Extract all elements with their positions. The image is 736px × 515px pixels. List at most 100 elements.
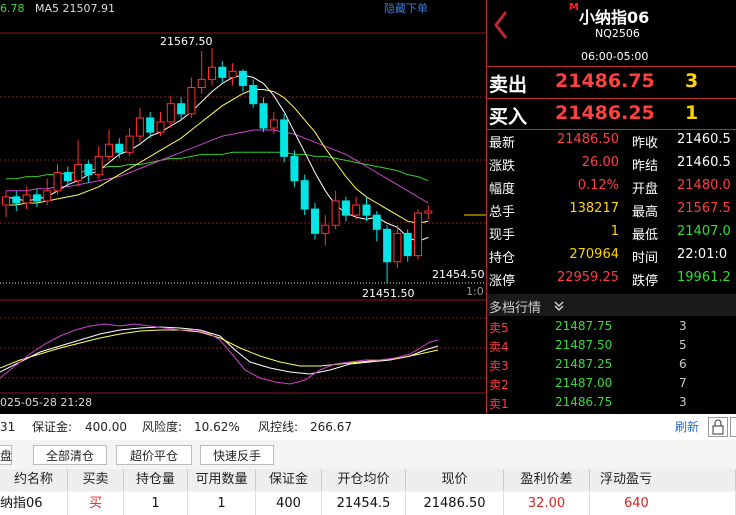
candle-up [352, 204, 361, 216]
quote-value: 22:01:0 [677, 247, 728, 262]
quote-label: 时间 [632, 251, 659, 266]
candle-down [383, 228, 392, 263]
candle-up [166, 103, 175, 123]
order-price-label: 21454.50 [432, 268, 485, 281]
depth-level-label: 卖1 [489, 397, 509, 411]
tab-positions[interactable]: 盘 [0, 445, 12, 465]
candle-up [94, 155, 103, 176]
quote-value: 22959.25 [556, 270, 619, 285]
candle-up [187, 87, 196, 115]
refresh-link[interactable]: 刷新 [675, 414, 699, 440]
quote-value: 0.12% [577, 178, 619, 193]
candle-down [12, 196, 21, 204]
column-header[interactable]: 开仓均价 [322, 469, 406, 491]
column-header[interactable]: 盈利价差 [504, 469, 590, 491]
table-cell: 买 [68, 492, 124, 515]
column-header[interactable]: 约名称 [0, 469, 68, 491]
osc-line-j [0, 323, 439, 385]
quote-value: 21480.0 [677, 178, 731, 193]
candle-down [115, 143, 124, 153]
candle-down [300, 180, 309, 210]
over-price-close-button[interactable]: 超价平仓 [116, 445, 192, 465]
buy-price[interactable]: 21486.25 [555, 102, 655, 124]
candle-up [424, 210, 433, 214]
table-cell: 1 [188, 492, 256, 515]
table-cell: 400 [256, 492, 322, 515]
table-cell: 21486.50 [406, 492, 504, 515]
ma20-line [6, 129, 429, 204]
candle-down [32, 194, 41, 202]
quote-label: 昨结 [632, 159, 659, 174]
candle-up [393, 232, 402, 263]
candle-up [228, 70, 237, 78]
candle-up [125, 135, 134, 153]
double-chevron-down-icon[interactable] [553, 300, 565, 312]
quote-panel: M 小纳指06 NQ2506 06:00-05:00 卖出 21486.75 3… [486, 0, 736, 414]
quote-value: 21486.50 [556, 132, 619, 147]
trading-hours: 06:00-05:00 [581, 50, 649, 63]
column-header[interactable]: 现价 [406, 469, 504, 491]
candle-up [269, 119, 278, 129]
depth-header[interactable]: 多档行情 [487, 294, 736, 316]
depth-level-label: 卖4 [489, 340, 509, 354]
candle-down [218, 66, 227, 78]
contract-mark: M [569, 2, 579, 13]
quote-value: 138217 [569, 201, 619, 216]
candle-up [331, 200, 340, 226]
margin-value: 400.00 [85, 420, 127, 434]
sell-price[interactable]: 21486.75 [555, 70, 655, 92]
table-cell: 1 [124, 492, 188, 515]
column-header[interactable]: 买卖 [68, 469, 124, 491]
candle-up [208, 66, 216, 80]
depth-level-label: 卖2 [489, 378, 509, 392]
divider [487, 98, 736, 99]
lock-icon[interactable] [708, 417, 728, 437]
risk-value: 10.62% [194, 420, 240, 434]
fast-reverse-button[interactable]: 快速反手 [200, 445, 274, 465]
column-header[interactable]: 可用数量 [188, 469, 256, 491]
kline-chart[interactable]: 6.78 MA5 21507.91 隐藏下单 21567.50 21451.50 [0, 0, 486, 414]
chevron-left-icon[interactable] [493, 10, 509, 40]
quote-label: 最高 [632, 205, 659, 220]
quote-label: 昨收 [632, 136, 659, 151]
divider [487, 129, 736, 130]
date-label: 025-05-28 21:28 [0, 396, 93, 409]
depth-level-label: 卖3 [489, 359, 509, 373]
candle-down [280, 119, 289, 157]
depth-qty: 5 [679, 338, 687, 352]
column-header[interactable]: 持仓量 [124, 469, 188, 491]
divider [487, 66, 736, 67]
sell-qty: 3 [685, 70, 699, 92]
candle-up [321, 224, 330, 234]
quote-label: 最低 [632, 228, 659, 243]
quote-label: 幅度 [489, 182, 516, 197]
candle-down [259, 103, 268, 129]
depth-qty: 3 [679, 395, 687, 409]
candle-down [290, 155, 299, 182]
close-all-button[interactable]: 全部清仓 [33, 445, 107, 465]
depth-price: 21487.75 [555, 319, 613, 333]
buy-label: 买入 [489, 106, 528, 128]
column-header[interactable]: 保证金 [256, 469, 322, 491]
control-value: 266.67 [310, 420, 352, 434]
quote-label: 总手 [489, 205, 516, 220]
margin-label: 保证金: [32, 420, 73, 434]
quote-value: 19961.2 [677, 270, 731, 285]
quote-label: 最新 [489, 136, 516, 151]
account-area: 31 保证金: 400.00 风险度: 10.62% 风控线: 266.67 刷… [0, 414, 736, 515]
candle-up [156, 121, 165, 133]
panel-toggle[interactable] [730, 417, 736, 437]
quote-value: 21460.5 [677, 155, 731, 170]
quote-label: 开盘 [632, 182, 659, 197]
candle-up [414, 212, 422, 257]
column-header[interactable]: 浮动盈亏 [590, 469, 736, 491]
quote-label: 现手 [489, 228, 516, 243]
depth-qty: 7 [679, 376, 687, 390]
table-cell: 32.00 [504, 492, 590, 515]
ma10-line [6, 89, 429, 224]
sell-label: 卖出 [489, 74, 528, 96]
depth-price: 21487.50 [555, 338, 613, 352]
candle-down [238, 70, 247, 86]
depth-title: 多档行情 [489, 301, 542, 316]
quote-value: 270964 [569, 247, 619, 262]
